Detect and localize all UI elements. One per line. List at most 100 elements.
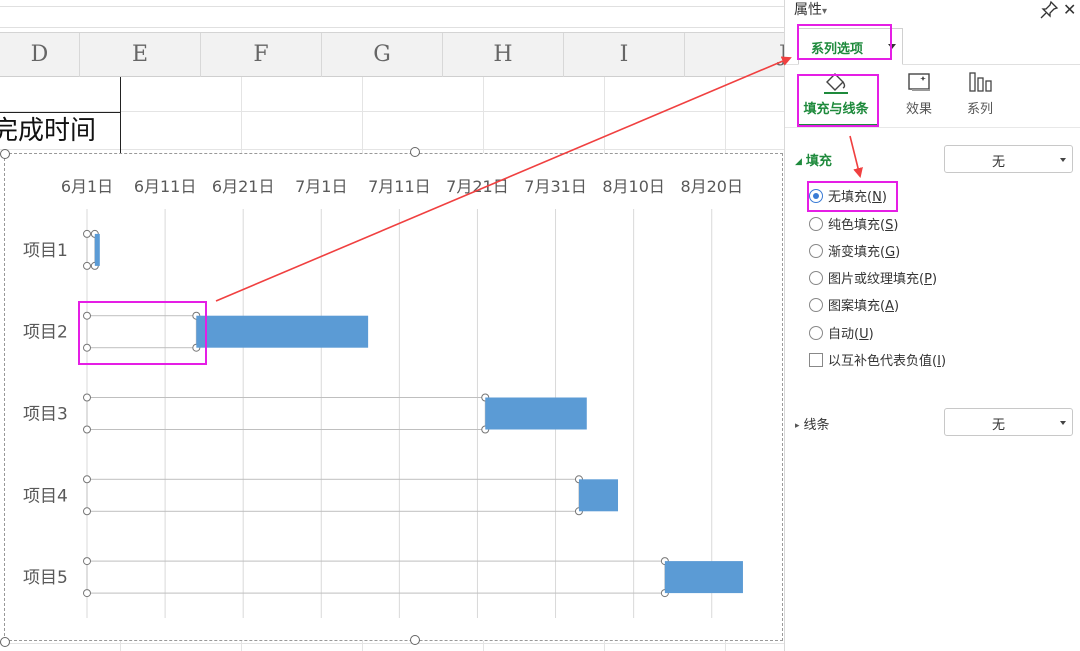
bar-selection-handle	[83, 557, 91, 566]
fill-type-value: 无	[991, 155, 1005, 170]
chart-resize-handle-bottom[interactable]	[410, 635, 420, 645]
radio-picture-texture-fill[interactable]: 图片或纹理填充(P)	[809, 270, 937, 290]
bar-selection-handle	[83, 393, 91, 402]
option-key: P	[924, 272, 932, 287]
bar-duration	[664, 561, 743, 594]
bar-start-no-fill	[86, 560, 666, 594]
bar-selection-handle	[83, 507, 91, 516]
highlight-box-no-fill	[807, 181, 898, 212]
x-tick-label: 6月1日	[61, 177, 113, 196]
chart-resize-handle-tl[interactable]	[0, 149, 10, 159]
gantt-chart[interactable]: 6月1日 6月11日 6月21日 7月1日 7月11日 7月21日 7月31日 8月10日 8月…	[4, 153, 783, 641]
properties-panel: 属性▾ ✕ 系列选项 填充与线条 效果 系列 ◢ 填充 无 无填充(N) 纯色填…	[784, 0, 1080, 651]
option-key: G	[885, 245, 896, 260]
section-line-label: 线条	[803, 418, 830, 433]
column-header-g[interactable]: G	[322, 33, 443, 77]
category-label: 项目2	[23, 323, 68, 343]
expand-triangle-icon: ◢	[795, 157, 802, 167]
subtab-effects[interactable]: 效果	[884, 68, 954, 123]
checkbox-label: 以互补色代表负值	[828, 354, 933, 369]
x-tick-label: 7月31日	[524, 177, 587, 196]
x-tick-label: 8月10日	[602, 177, 665, 196]
bar-start-no-fill	[86, 233, 96, 267]
chevron-down-icon	[1060, 421, 1066, 425]
bar-start-no-fill	[86, 397, 486, 430]
panel-title[interactable]: 属性▾	[794, 0, 827, 22]
radio-button[interactable]	[809, 244, 823, 258]
radio-gradient-fill[interactable]: 渐变填充(G)	[809, 243, 900, 263]
section-line-header[interactable]: ▸ 线条	[795, 414, 830, 433]
column-header-j[interactable]: J	[685, 33, 784, 77]
column-header-h[interactable]: H	[443, 33, 564, 77]
radio-automatic[interactable]: 自动(U)	[809, 325, 874, 345]
bar-duration	[94, 233, 100, 266]
category-label: 项目1	[23, 241, 68, 261]
column-header-i[interactable]: I	[564, 33, 685, 77]
category-label: 项目5	[23, 568, 68, 588]
radio-button[interactable]	[809, 217, 823, 231]
radio-button[interactable]	[809, 326, 823, 340]
cell-header-finish-time[interactable]: 完成时间	[0, 112, 121, 150]
chevron-down-icon	[1060, 158, 1066, 162]
checkbox[interactable]	[809, 353, 823, 367]
column-header-f[interactable]: F	[201, 33, 322, 77]
option-label: 图片或纹理填充	[828, 272, 920, 287]
bar-duration	[196, 315, 369, 348]
radio-button[interactable]	[809, 298, 823, 312]
bar-selection-handle	[83, 229, 91, 238]
category-label: 项目4	[23, 486, 68, 506]
option-label: 渐变填充	[828, 245, 881, 260]
close-icon[interactable]: ✕	[1063, 0, 1080, 20]
bar-selection-handle	[83, 589, 91, 598]
x-tick-label: 6月21日	[212, 177, 275, 196]
chevron-down-icon: ▾	[822, 6, 828, 17]
collapse-triangle-icon: ▸	[795, 421, 800, 431]
option-label: 纯色填充	[828, 218, 881, 233]
subtab-series[interactable]: 系列	[945, 68, 1015, 123]
divider	[785, 127, 1080, 128]
section-fill-label: 填充	[805, 154, 832, 169]
bar-duration	[485, 397, 587, 430]
effects-icon	[908, 73, 930, 91]
radio-solid-fill[interactable]: 纯色填充(S)	[809, 216, 898, 236]
category-label: 项目3	[23, 405, 68, 425]
column-header-d[interactable]: D	[0, 33, 80, 77]
checkbox-invert-if-negative[interactable]: 以互补色代表负值(I)	[809, 352, 946, 372]
panel-title-label: 属性	[794, 2, 822, 18]
option-label: 自动	[828, 327, 855, 342]
section-fill-header[interactable]: ◢ 填充	[795, 150, 832, 169]
bar-start-no-fill	[86, 315, 197, 349]
bar-chart-icon	[969, 72, 992, 92]
x-tick-label: 8月20日	[680, 177, 743, 196]
option-key: U	[859, 327, 869, 342]
bar-selection-handle	[83, 343, 91, 352]
x-tick-label: 6月11日	[134, 177, 197, 196]
bar-selection-handle	[83, 261, 91, 270]
chart-resize-handle-bl[interactable]	[0, 637, 10, 647]
highlight-box-tab	[797, 24, 892, 60]
column-header-row: D E F G H I J	[0, 33, 784, 77]
fill-type-select[interactable]: 无	[944, 145, 1073, 173]
x-tick-label: 7月21日	[446, 177, 509, 196]
chart-resize-handle-top[interactable]	[410, 147, 420, 157]
formula-input[interactable]	[0, 6, 784, 28]
formula-bar	[0, 0, 784, 33]
bar-duration	[578, 479, 619, 512]
option-key: A	[885, 299, 894, 314]
chart-plot: 6月1日 6月11日 6月21日 7月1日 7月11日 7月21日 7月31日 8月10日 8月…	[23, 177, 743, 618]
subtab-series-label: 系列	[966, 102, 993, 117]
subtab-effects-label: 效果	[905, 102, 932, 117]
radio-pattern-fill[interactable]: 图案填充(A)	[809, 297, 899, 317]
checkbox-key: I	[937, 354, 941, 369]
option-label: 图案填充	[828, 299, 881, 314]
line-type-value: 无	[991, 418, 1005, 433]
line-type-select[interactable]: 无	[944, 408, 1073, 436]
bar-selection-handle	[83, 311, 91, 320]
radio-button[interactable]	[809, 271, 823, 285]
bar-selection-handle	[83, 475, 91, 484]
option-key: S	[885, 218, 894, 233]
bar-start-no-fill	[86, 478, 580, 512]
column-header-e[interactable]: E	[80, 33, 201, 77]
app-root: D E F G H I J 完成时间 6月1日 6月11日 6月21日 7月1日 7月1…	[0, 0, 1080, 651]
pin-icon[interactable]	[1039, 0, 1059, 20]
